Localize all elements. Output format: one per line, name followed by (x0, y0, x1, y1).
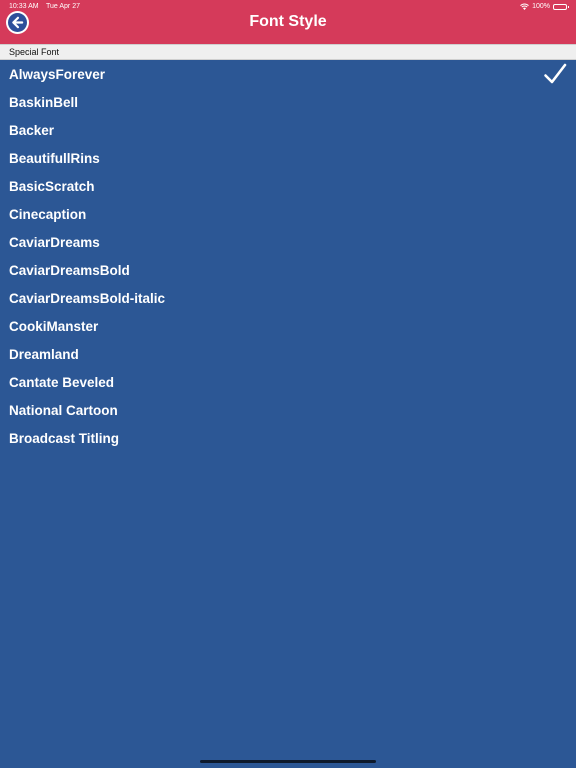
font-item[interactable]: Cantate Beveled (0, 369, 576, 397)
font-item-label: CookiManster (9, 319, 99, 334)
font-item-label: Backer (9, 123, 55, 138)
font-item-label: CaviarDreams (9, 235, 100, 250)
font-item-label: CaviarDreamsBold-italic (9, 291, 166, 306)
font-item-label: Cantate Beveled (9, 375, 115, 390)
font-item[interactable]: BeautifullRins (0, 145, 576, 173)
font-item[interactable]: CaviarDreams (0, 229, 576, 257)
font-item-label: Broadcast Titling (9, 431, 120, 446)
font-item-label: National Cartoon (9, 403, 118, 418)
font-item[interactable]: CaviarDreamsBold-italic (0, 285, 576, 313)
battery-icon (553, 4, 569, 10)
font-list: AlwaysForever BaskinBell Backer Beautifu… (0, 61, 576, 453)
section-header: Special Font (0, 44, 576, 60)
font-item[interactable]: CaviarDreamsBold (0, 257, 576, 285)
header-bar: 10:33 AM Tue Apr 27 100% Font Style (0, 0, 576, 44)
status-right: 100% (520, 2, 569, 12)
font-item-label: AlwaysForever (9, 67, 106, 82)
font-item[interactable]: Cinecaption (0, 201, 576, 229)
section-title: Special Font (9, 47, 60, 57)
font-item-label: Cinecaption (9, 207, 87, 222)
font-item-label: Dreamland (9, 347, 79, 362)
font-item[interactable]: AlwaysForever (0, 61, 576, 89)
font-item-label: BaskinBell (9, 95, 79, 110)
status-date: Tue Apr 27 (46, 3, 80, 10)
font-item[interactable]: BaskinBell (0, 89, 576, 117)
home-indicator[interactable] (200, 760, 376, 763)
font-item-label: BasicScratch (9, 179, 95, 194)
font-item-label: CaviarDreamsBold (9, 263, 130, 278)
font-item[interactable]: Broadcast Titling (0, 425, 576, 453)
checkmark-icon (544, 63, 567, 84)
font-item[interactable]: National Cartoon (0, 397, 576, 425)
font-item[interactable]: BasicScratch (0, 173, 576, 201)
wifi-icon (520, 3, 529, 10)
font-item[interactable]: CookiManster (0, 313, 576, 341)
status-bar: 10:33 AM Tue Apr 27 100% (9, 2, 569, 12)
battery-percent: 100% (532, 3, 550, 10)
font-item[interactable]: Dreamland (0, 341, 576, 369)
font-item[interactable]: Backer (0, 117, 576, 145)
page-title: Font Style (249, 13, 327, 30)
font-item-label: BeautifullRins (9, 151, 100, 166)
